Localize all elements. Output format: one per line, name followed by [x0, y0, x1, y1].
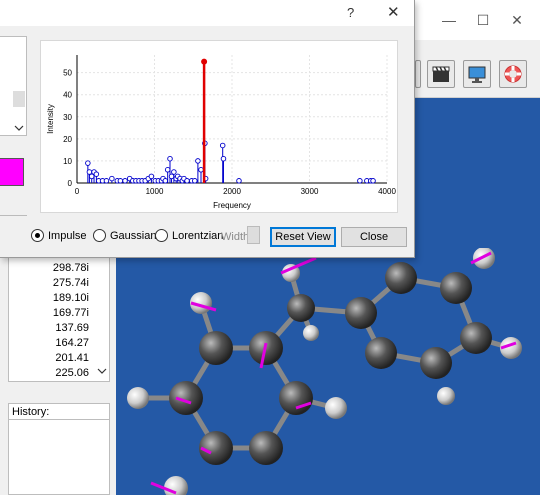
y-tick-label: 50 — [63, 69, 72, 78]
spectrum-chart: 0 1000 2000 3000 4000 0 10 20 30 40 50 Frequency Int… — [46, 55, 396, 210]
peak-marker — [117, 178, 124, 184]
list-item[interactable]: 275.74i — [53, 277, 89, 289]
main-window-titlebar: — ☐ ✕ — [415, 0, 540, 40]
history-list[interactable] — [8, 420, 110, 495]
peak-marker — [219, 142, 226, 149]
scrollbar-thumb[interactable] — [13, 91, 25, 107]
y-tick-label: 0 — [68, 179, 73, 188]
list-item[interactable]: 169.77i — [53, 307, 89, 319]
list-item[interactable]: 164.27 — [55, 337, 89, 349]
reset-view-button[interactable]: Reset View — [270, 227, 336, 247]
x-axis-label: Frequency — [213, 201, 251, 210]
dialog-titlebar: ? ✕ — [0, 0, 414, 26]
peak-marker — [171, 169, 177, 175]
spectrum-dialog: ? ✕ 0 1000 2000 3000 4000 0 10 20 30 40 50 Frequenc… — [0, 0, 415, 258]
dialog-close-icon[interactable]: ✕ — [387, 3, 400, 21]
peak-marker — [184, 178, 190, 184]
help-icon[interactable]: ? — [347, 5, 354, 20]
close-icon[interactable]: ✕ — [507, 10, 527, 30]
selected-peak-marker — [201, 58, 208, 65]
peak-marker — [88, 173, 95, 180]
x-tick-label: 0 — [75, 187, 80, 196]
peak-marker — [93, 171, 100, 177]
chevron-down-icon[interactable] — [12, 121, 26, 135]
peak-marker — [85, 160, 91, 166]
peak-marker — [167, 155, 173, 162]
divider — [0, 215, 27, 216]
color-swatch[interactable] — [0, 158, 24, 186]
settings-list-partial[interactable] — [0, 36, 27, 136]
peak-marker — [168, 173, 175, 180]
peak-marker — [198, 167, 204, 173]
lorentzian-label: Lorentzian — [172, 229, 224, 242]
list-item[interactable]: 137.69 — [55, 322, 89, 334]
impulse-label: Impulse — [48, 229, 87, 242]
frequency-list[interactable]: 298.78i 275.74i 189.10i 169.77i 137.69 1… — [8, 248, 110, 382]
peak-marker — [370, 178, 376, 184]
carbon-atoms — [169, 262, 492, 465]
y-axis-label: Intensity — [46, 104, 55, 134]
x-tick-label: 2000 — [223, 187, 241, 196]
molecule-viewport-upper[interactable] — [415, 98, 540, 250]
x-tick-label: 4000 — [378, 187, 396, 196]
molecule-render — [127, 248, 522, 495]
radio-indicator[interactable] — [155, 229, 168, 242]
close-button[interactable]: Close — [341, 227, 407, 247]
radio-indicator[interactable] — [93, 229, 106, 242]
peak-marker — [148, 173, 155, 180]
lorentzian-radio[interactable]: Lorentzian — [155, 229, 223, 242]
lifebuoy-icon[interactable] — [499, 60, 527, 88]
maximize-icon[interactable]: ☐ — [473, 10, 493, 30]
peak-marker — [192, 178, 198, 184]
peak-marker — [86, 169, 93, 175]
peak-marker — [122, 178, 128, 184]
list-item[interactable]: 189.10i — [53, 292, 89, 304]
gaussian-radio[interactable]: Gaussian — [93, 229, 156, 242]
peak-marker — [357, 178, 363, 184]
y-tick-label: 10 — [63, 157, 72, 166]
list-scrollbar[interactable] — [95, 249, 109, 381]
list-item[interactable]: 225.06 — [55, 367, 89, 379]
history-label: History: — [8, 403, 110, 420]
spectrum-plot[interactable]: 0 1000 2000 3000 4000 0 10 20 30 40 50 Frequency Int… — [40, 40, 398, 213]
peak-marker — [220, 155, 227, 162]
peak-marker — [109, 175, 115, 182]
width-label: Width — [221, 231, 250, 243]
width-spinbox[interactable] — [247, 226, 260, 244]
monitor-icon[interactable] — [463, 60, 491, 88]
main-toolbar — [415, 40, 540, 98]
peak-marker — [195, 158, 201, 164]
peak-marker — [103, 178, 110, 184]
y-tick-label: 20 — [63, 135, 72, 144]
gaussian-label: Gaussian — [110, 229, 157, 242]
list-item[interactable]: 201.41 — [55, 352, 89, 364]
movie-clapper-icon[interactable] — [427, 60, 455, 88]
y-tick-label: 40 — [63, 91, 72, 100]
molecule-viewport[interactable] — [116, 248, 540, 495]
x-tick-label: 3000 — [301, 187, 319, 196]
y-tick-label: 30 — [63, 113, 72, 122]
list-item[interactable]: 298.78i — [53, 262, 89, 274]
impulse-radio[interactable]: Impulse — [31, 229, 87, 242]
peak-marker — [236, 178, 242, 184]
minimize-icon[interactable]: — — [439, 10, 459, 30]
toolbar-button-partial[interactable] — [415, 60, 421, 88]
x-tick-label: 1000 — [146, 187, 164, 196]
peak-marker — [164, 167, 171, 173]
radio-indicator[interactable] — [31, 229, 44, 242]
peak-marker — [162, 178, 169, 184]
